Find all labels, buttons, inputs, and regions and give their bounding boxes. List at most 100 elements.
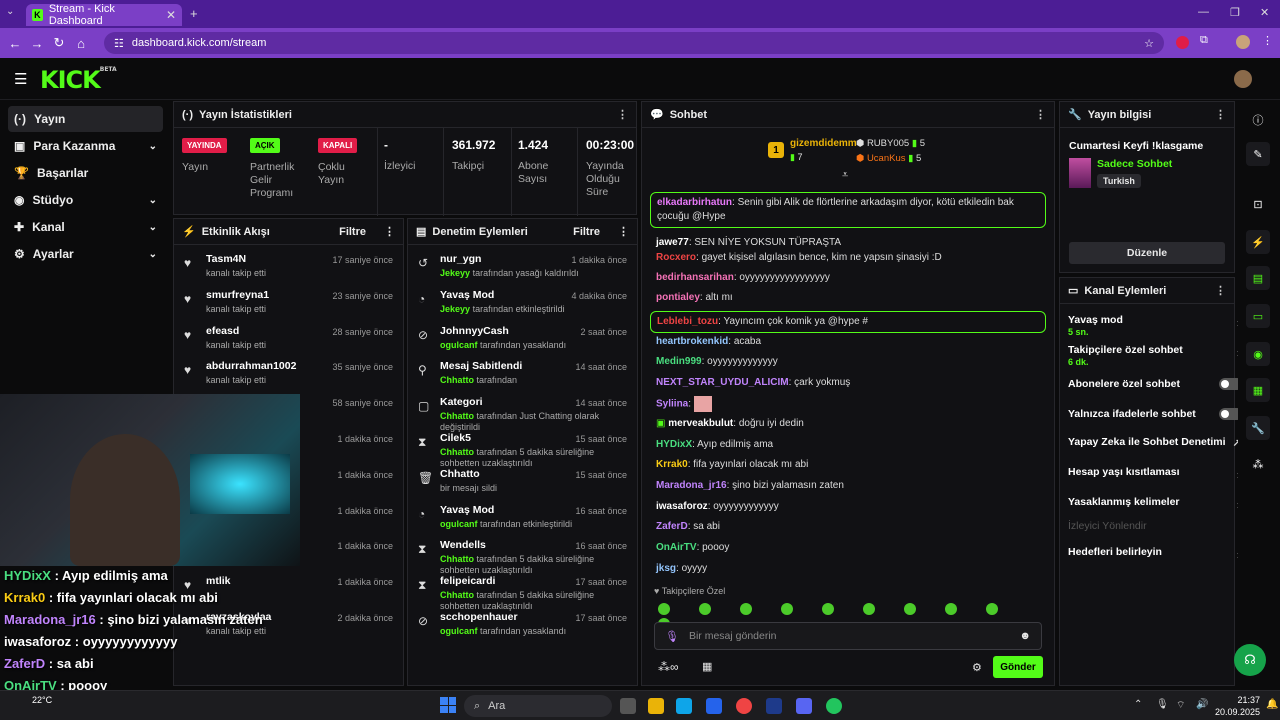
chat-username[interactable]: iwasaforoz (656, 501, 708, 512)
info-more-icon[interactable]: ⋮ (1215, 108, 1226, 121)
sidebar-item-5[interactable]: ⚙ Ayarlar ⌄ (8, 241, 163, 267)
chat-message[interactable]: Rocxero: gayet kişisel algılasın bence, … (656, 251, 1048, 265)
weather-widget[interactable]: 22°C (32, 695, 52, 705)
chat-username[interactable]: HYDixX (656, 439, 692, 450)
minimize-icon[interactable]: — (1198, 6, 1209, 18)
lightning-icon[interactable]: ⚡ (1246, 230, 1270, 254)
moderation-row[interactable]: ↺ nur_ygn Jekeyy tarafından yasağı kaldırı… (408, 247, 637, 283)
discord-icon[interactable] (796, 698, 812, 714)
task-view-icon[interactable] (620, 698, 636, 714)
edit-info-button[interactable]: Düzenle (1069, 242, 1225, 264)
chat-username[interactable]: elkadarbirhatun (657, 197, 732, 208)
top-gifter-name[interactable]: gizemdidemm (790, 138, 857, 149)
clock[interactable]: 21:37 20.09.2025 (1214, 694, 1260, 718)
file-explorer-icon[interactable] (648, 698, 664, 714)
new-tab-icon[interactable]: + (190, 6, 198, 21)
user-avatar[interactable] (1234, 70, 1252, 88)
sidebar-item-3[interactable]: ◉ Stüdyo ⌄ (8, 187, 163, 213)
channel-action-item[interactable]: Takipçilere özel sohbet6 dk.› (1068, 344, 1241, 367)
chat-message[interactable]: jawe77: SEN NİYE YOKSUN TÜPRAŞTA (656, 236, 1048, 250)
chat-username[interactable]: OnAirTV (656, 542, 697, 553)
send-button[interactable]: Gönder (993, 656, 1043, 678)
third-gifter[interactable]: ⬢ UcanKus ▮ 5 (856, 153, 921, 164)
chat-username[interactable]: Krrak0 (656, 459, 688, 470)
moderation-filter-button[interactable]: Filtre (573, 226, 600, 238)
back-icon[interactable]: ← (4, 36, 26, 51)
chat-username[interactable]: Leblebi_tozu (657, 316, 718, 327)
broadcast-icon[interactable]: ◉ (1246, 342, 1270, 366)
maximize-icon[interactable]: ❐ (1230, 6, 1240, 19)
chat-message[interactable]: iwasaforoz: oyyyyyyyyyyyy (656, 500, 1048, 514)
activity-filter-button[interactable]: Filtre (339, 226, 366, 238)
support-headset-icon[interactable]: ☊ (1234, 644, 1266, 676)
moderation-row[interactable]: ⧗ Cilek5 Chhatto tarafından 5 dakika sürel… (408, 426, 637, 468)
browser-tab[interactable]: K Stream - Kick Dashboard ✕ (26, 3, 182, 27)
bookmark-star-icon[interactable]: ☆ (1144, 37, 1154, 50)
extensions-puzzle-icon[interactable]: ⧉ (1200, 34, 1208, 47)
forward-icon[interactable]: → (26, 36, 48, 51)
chat-message[interactable]: Maradona_jr16: şino bizi yalamasın zaten (656, 479, 1048, 493)
chat-message[interactable]: pontialey: altı mı (656, 291, 1048, 305)
chat-icon[interactable]: ▭ (1246, 304, 1270, 328)
notification-bell-icon[interactable]: 🔔 (1266, 699, 1278, 710)
outlook-icon[interactable] (706, 698, 722, 714)
store-icon[interactable]: ▦ (702, 660, 712, 673)
channel-action-item[interactable]: Hesap yaşı kısıtlaması› (1068, 466, 1241, 482)
chat-username[interactable]: Rocxero (656, 252, 696, 263)
hamburger-menu-icon[interactable]: ☰ (14, 70, 27, 88)
chat-username[interactable]: jawe77 (656, 237, 689, 248)
chat-username[interactable]: Medin999 (656, 356, 702, 367)
chat-message[interactable]: ▣ merveakbulut: doğru iyi dedin (656, 417, 1048, 431)
chat-username[interactable]: heartbrokenkid (656, 336, 728, 347)
channel-action-item[interactable]: Hedefleri belirleyin› (1068, 546, 1241, 562)
layout-icon[interactable]: ▦ (1246, 378, 1270, 402)
tray-volume-icon[interactable]: 🔊 (1196, 699, 1208, 710)
chat-message[interactable]: NEXT_STAR_UYDU_ALICIM: çark yokmuş (656, 376, 1048, 390)
store-app-icon[interactable] (676, 698, 692, 714)
steam-icon[interactable] (766, 698, 782, 714)
channel-action-item[interactable]: Yasaklanmış kelimeler› (1068, 496, 1241, 512)
notes-icon[interactable]: ▤ (1246, 266, 1270, 290)
channel-action-item[interactable]: Yalnızca ifadelerle sohbet (1068, 408, 1243, 420)
moderation-row[interactable]: ◔ Yavaş Mod Jekeyy tarafından etkinleştiri… (408, 283, 637, 319)
chat-message[interactable]: OnAirTV: poooy (656, 541, 1048, 555)
moderation-more-icon[interactable]: ⋮ (618, 225, 629, 238)
chat-username[interactable]: Syliina (656, 399, 688, 410)
chat-message[interactable]: Syliina: (656, 396, 1048, 412)
activity-row[interactable]: ♥ efeasd kanalı takip etti 28 saniye önce (174, 319, 403, 355)
start-menu-icon[interactable] (440, 697, 456, 713)
chat-username[interactable]: ZaferD (656, 521, 688, 532)
profile-avatar[interactable] (1236, 35, 1250, 49)
chrome-icon[interactable] (736, 698, 752, 714)
chat-more-icon[interactable]: ⋮ (1035, 108, 1046, 121)
extension-icon[interactable] (1176, 36, 1189, 49)
chat-message[interactable]: bedirhansarihan: oyyyyyyyyyyyyyyyyy (656, 271, 1048, 285)
sidebar-item-4[interactable]: ✚ Kanal ⌄ (8, 214, 163, 240)
chat-message[interactable]: heartbrokenkid: acaba (656, 335, 1048, 349)
chat-input[interactable]: 🎙 Bir mesaj gönderin ☻ (654, 622, 1042, 650)
sidebar-item-2[interactable]: 🏆 Başarılar (8, 160, 163, 186)
emoji-icon[interactable]: ☻ (1019, 630, 1031, 642)
moderation-row[interactable]: ⧗ Wendells Chhatto tarafından 5 dakika sür… (408, 533, 637, 575)
home-icon[interactable]: ⌂ (70, 36, 92, 51)
moderation-row[interactable]: ⊘ JohnnyyCash ogulcanf tarafından yasaklan… (408, 319, 637, 355)
moderation-row[interactable]: ⚲ Mesaj Sabitlendi Chhatto tarafından 14 sa… (408, 354, 637, 390)
screenshot-icon[interactable]: ⊡ (1246, 192, 1270, 216)
chat-username[interactable]: Maradona_jr16 (656, 480, 727, 491)
moderation-row[interactable]: ⧗ felipeicardi Chhatto tarafından 5 dakika… (408, 569, 637, 611)
activity-row[interactable]: ♥ smurfreyna1 kanalı takip etti 23 saniye ö… (174, 283, 403, 319)
share-icon[interactable]: ⁂ (1246, 452, 1270, 476)
moderation-row[interactable]: ⊘ scchopenhauer ogulcanf tarafından yasakl… (408, 605, 637, 641)
close-window-icon[interactable]: ✕ (1260, 6, 1269, 19)
spotify-icon[interactable] (826, 698, 842, 714)
second-gifter[interactable]: ⬢ RUBY005 ▮ 5 (856, 138, 925, 149)
chat-message[interactable]: Medin999: oyyyyyyyyyyyyy (656, 355, 1048, 369)
info-icon[interactable]: ⓘ (1246, 108, 1270, 132)
url-field[interactable]: ☷ dashboard.kick.com/stream ☆ (104, 32, 1164, 54)
site-info-icon[interactable]: ☷ (114, 37, 124, 50)
tray-network-icon[interactable]: ⌔ (1176, 699, 1185, 712)
tab-search-icon[interactable]: ⌄ (6, 6, 14, 17)
chat-message[interactable]: jksg: oyyyy (656, 562, 1048, 576)
chat-settings-gear-icon[interactable]: ⚙ (972, 661, 982, 674)
reload-icon[interactable]: ↻ (48, 35, 70, 51)
